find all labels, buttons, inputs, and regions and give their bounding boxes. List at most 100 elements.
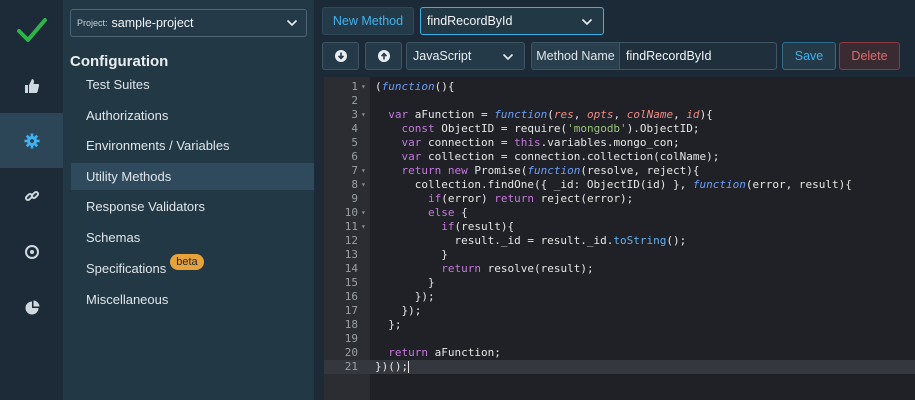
chevron-down-icon <box>502 53 514 61</box>
nav-item-utility-methods[interactable]: Utility Methods <box>71 163 314 190</box>
line-number: 5 <box>351 136 358 149</box>
line-number: 8 <box>351 178 358 191</box>
code-line[interactable]: 3 ▾ var aFunction = function(res, opts, c… <box>324 108 915 122</box>
code-text: }); <box>375 304 422 317</box>
text-cursor <box>408 361 410 373</box>
code-text: }; <box>375 318 402 331</box>
line-number: 16 <box>344 290 358 303</box>
nav-item-test-suites[interactable]: Test Suites <box>71 71 314 98</box>
code-line[interactable]: 1 ▾ (function(){ <box>324 80 915 94</box>
line-number: 10 <box>344 206 358 219</box>
line-number: 11 <box>344 220 358 233</box>
code-text: if(result){ <box>441 220 515 233</box>
new-method-button[interactable]: New Method <box>322 7 414 35</box>
line-number: 14 <box>344 262 358 275</box>
code-text: result._id = result._id.toString(); <box>375 234 687 247</box>
method-name-label: Method Name <box>531 42 619 70</box>
link-icon[interactable] <box>0 168 63 223</box>
save-button[interactable]: Save <box>782 42 836 70</box>
nav-item-label: Utility Methods <box>86 169 172 184</box>
method-select[interactable]: findRecordById <box>420 7 604 35</box>
language-select[interactable]: JavaScript <box>406 42 525 70</box>
code-line[interactable]: 10 ▾ else { <box>324 206 915 220</box>
nav-item-label: Authorizations <box>86 108 169 123</box>
code-line[interactable]: 16 }); <box>324 290 915 304</box>
line-number: 20 <box>344 346 358 359</box>
code-line[interactable]: 19 <box>324 332 915 346</box>
code-line[interactable]: 20 return aFunction; <box>324 346 915 360</box>
fold-toggle-icon[interactable]: ▾ <box>361 164 366 178</box>
language-select-value: JavaScript <box>413 49 472 63</box>
code-editor[interactable]: 1 ▾ (function(){2 3 ▾ var aFunction = functi… <box>324 77 915 400</box>
code-line[interactable]: 2 <box>324 94 915 108</box>
fold-toggle-icon[interactable]: ▾ <box>361 178 366 192</box>
nav-item-label: Environments / Variables <box>86 138 230 153</box>
fold-toggle-icon[interactable]: ▾ <box>361 206 366 220</box>
line-number: 15 <box>344 276 358 289</box>
checkmark-icon[interactable] <box>0 0 63 60</box>
app-window: Project: sample-project Configuration Te… <box>0 0 915 400</box>
code-text: }); <box>375 290 435 303</box>
nav-item-miscellaneous[interactable]: Miscellaneous <box>71 286 314 313</box>
project-select[interactable]: Project: sample-project <box>70 9 307 37</box>
code-line[interactable]: 15 } <box>324 276 915 290</box>
code-line[interactable]: 6 var collection = connection.collection… <box>324 150 915 164</box>
code-text: return resolve(result); <box>441 262 594 275</box>
nav-item-label: Response Validators <box>86 199 205 214</box>
fold-toggle-icon[interactable]: ▾ <box>361 108 366 122</box>
code-line[interactable]: 11 ▾ if(result){ <box>324 220 915 234</box>
project-select-label: Project: <box>77 18 108 28</box>
code-text: } <box>375 248 448 261</box>
gear-icon[interactable] <box>0 113 63 168</box>
method-select-value: findRecordById <box>427 14 513 28</box>
code-text: if(error) return reject(error); <box>427 192 634 205</box>
line-number: 3 <box>351 108 358 121</box>
code-line[interactable]: 18 }; <box>324 318 915 332</box>
nav-item-specifications[interactable]: Specifications beta <box>71 254 314 282</box>
line-number: 6 <box>351 150 358 163</box>
delete-button[interactable]: Delete <box>839 42 900 70</box>
code-text: var connection = this.variables.mongo_co… <box>401 136 680 149</box>
move-up-button[interactable] <box>365 42 402 70</box>
nav-item-label: Specifications <box>86 261 167 276</box>
code-text: var aFunction = function(res, opts, colN… <box>388 108 713 121</box>
code-line[interactable]: 21 })(); <box>324 360 915 374</box>
code-line[interactable]: 14 return resolve(result); <box>324 262 915 276</box>
nav-item-response-validators[interactable]: Response Validators <box>71 193 314 220</box>
nav-item-environments-variables[interactable]: Environments / Variables <box>71 132 314 159</box>
code-text: })(); <box>375 360 410 373</box>
code-text: var collection = connection.collection(c… <box>401 150 720 163</box>
target-icon[interactable] <box>0 224 63 279</box>
fold-toggle-icon[interactable]: ▾ <box>361 220 366 234</box>
beta-badge: beta <box>170 254 204 270</box>
code-line[interactable]: 5 var connection = this.variables.mongo_… <box>324 136 915 150</box>
fold-toggle-icon[interactable]: ▾ <box>361 80 366 94</box>
code-line[interactable]: 17 }); <box>324 304 915 318</box>
code-text: return new Promise(function(resolve, rej… <box>401 164 700 177</box>
code-line[interactable]: 13 } <box>324 248 915 262</box>
code-text: (function(){ <box>375 80 455 93</box>
code-text: const ObjectID = require('mongodb').Obje… <box>401 122 700 135</box>
code-line[interactable]: 12 result._id = result._id.toString(); <box>324 234 915 248</box>
code-line[interactable]: 4 const ObjectID = require('mongodb').Ob… <box>324 122 915 136</box>
project-select-value: sample-project <box>111 16 194 30</box>
line-number: 2 <box>351 94 358 107</box>
arrow-up-circle-icon <box>377 50 390 62</box>
code-line[interactable]: 9 if(error) return reject(error); <box>324 192 915 206</box>
code-text: else { <box>427 206 468 219</box>
pie-chart-icon[interactable] <box>0 280 63 335</box>
thumbs-up-icon[interactable] <box>0 58 63 113</box>
method-name-input[interactable] <box>619 42 777 70</box>
line-number: 13 <box>344 248 358 261</box>
line-number: 9 <box>351 192 358 205</box>
nav-item-schemas[interactable]: Schemas <box>71 224 314 251</box>
line-number: 19 <box>344 332 358 345</box>
line-number: 12 <box>344 234 358 247</box>
code-line[interactable]: 7 ▾ return new Promise(function(resolve, … <box>324 164 915 178</box>
nav-item-authorizations[interactable]: Authorizations <box>71 102 314 129</box>
move-down-button[interactable] <box>322 42 359 70</box>
line-number: 21 <box>344 360 358 373</box>
nav-item-label: Miscellaneous <box>86 292 169 307</box>
code-line[interactable]: 8 ▾ collection.findOne({ _id: ObjectID(id… <box>324 178 915 192</box>
line-number: 17 <box>344 304 358 317</box>
